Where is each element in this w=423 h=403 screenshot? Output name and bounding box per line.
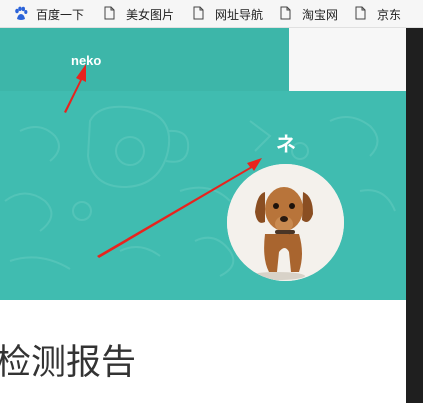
bookmarks-bar: 百度一下 美女图片 网址导航 淘宝网 京东 bbox=[0, 0, 423, 28]
site-header bbox=[0, 28, 289, 91]
header-right-area bbox=[289, 28, 406, 91]
bookmark-label: 美女图片 bbox=[126, 7, 175, 22]
page-title: 检测报告 bbox=[0, 343, 137, 383]
site-brand[interactable]: neko bbox=[71, 53, 101, 68]
banner-kana-title: ネ bbox=[276, 132, 296, 156]
bookmark-label: 京东 bbox=[377, 7, 402, 22]
document-icon bbox=[104, 6, 118, 22]
document-icon bbox=[193, 6, 207, 22]
document-icon bbox=[280, 6, 294, 22]
bookmark-jd[interactable]: 京东 bbox=[355, 6, 401, 22]
bookmark-taobao[interactable]: 淘宝网 bbox=[280, 6, 338, 22]
bookmark-label: 淘宝网 bbox=[302, 7, 339, 22]
hero-banner bbox=[0, 91, 406, 300]
dog-avatar bbox=[227, 164, 344, 281]
bookmark-label: 网址导航 bbox=[215, 7, 264, 22]
bookmark-nav[interactable]: 网址导航 bbox=[193, 6, 263, 22]
scrollbar[interactable] bbox=[406, 28, 423, 403]
bookmark-baidu[interactable]: 百度一下 bbox=[14, 6, 84, 22]
baidu-paw-icon bbox=[14, 6, 28, 22]
document-icon bbox=[355, 6, 369, 22]
bookmark-meinv[interactable]: 美女图片 bbox=[104, 6, 174, 22]
dachshund-illustration bbox=[227, 164, 344, 281]
bookmark-label: 百度一下 bbox=[36, 7, 85, 22]
doodle-pattern bbox=[4, 105, 396, 277]
